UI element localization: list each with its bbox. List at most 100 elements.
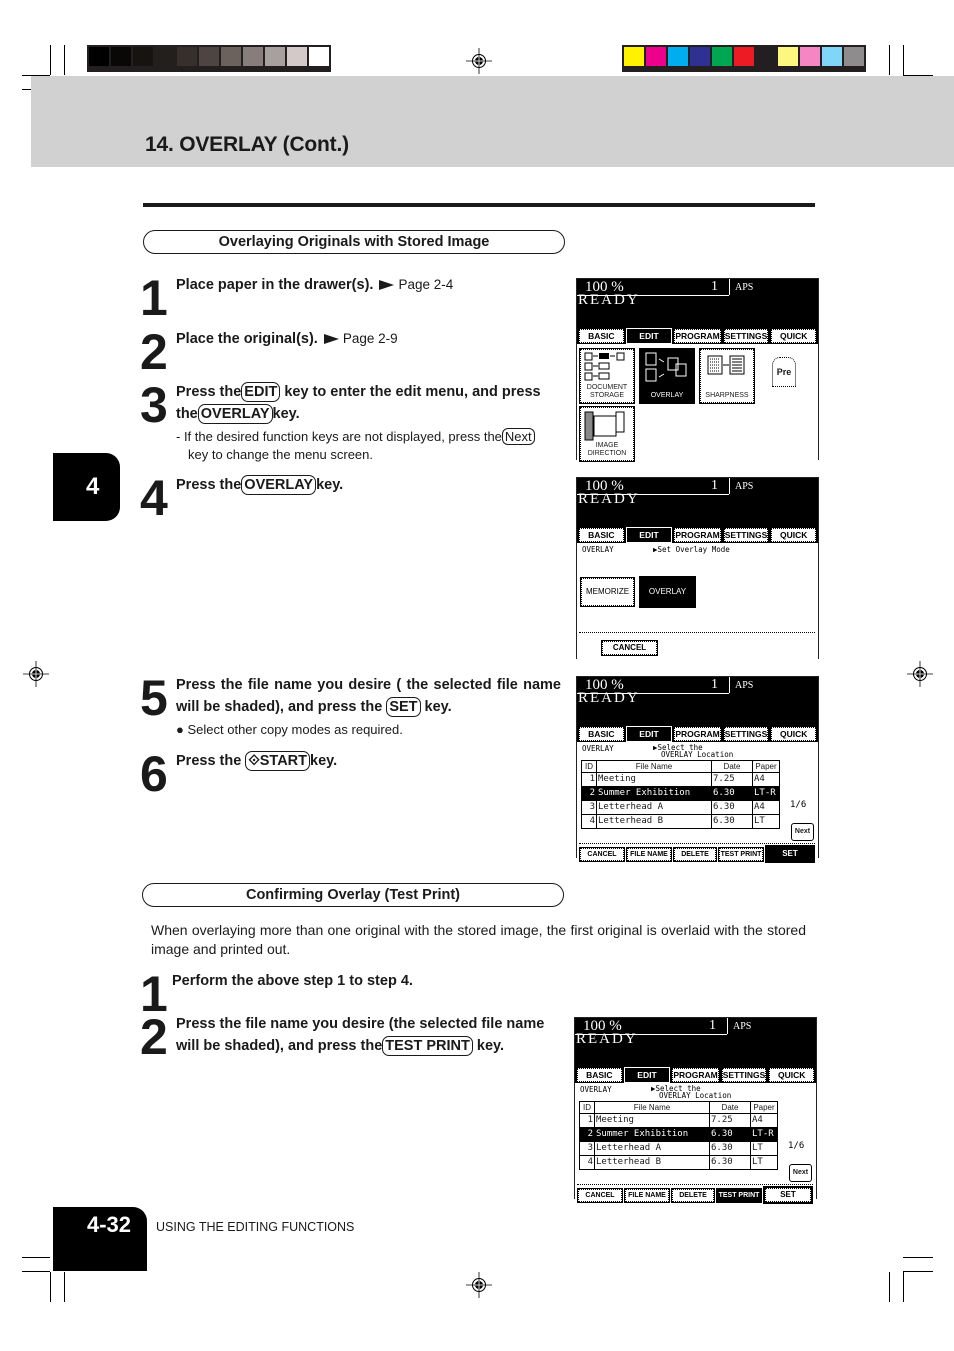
file-id: 1 bbox=[581, 772, 597, 787]
tab-basic[interactable]: BASIC bbox=[578, 527, 625, 543]
file-name-button[interactable]: FILE NAME bbox=[624, 1188, 670, 1203]
cancel-button[interactable]: CANCEL bbox=[577, 1188, 623, 1203]
sharpness-button[interactable]: SHARPNESS bbox=[699, 348, 755, 404]
table-row[interactable]: 3 Letterhead A 6.30 A4 bbox=[581, 800, 780, 815]
next-page-button[interactable]: Next bbox=[789, 1164, 812, 1182]
crop-mark bbox=[50, 1272, 51, 1302]
tab-program[interactable]: PROGRAM bbox=[673, 726, 722, 742]
set-button[interactable]: SET bbox=[765, 845, 815, 863]
tab-program[interactable]: PROGRAM bbox=[671, 1067, 720, 1083]
tab-settings[interactable]: SETTINGS bbox=[722, 726, 770, 742]
table-row-selected[interactable]: 2 Summer Exhibition 6.30 LT-R bbox=[579, 1127, 778, 1142]
overlay-function-button[interactable]: OVERLAY bbox=[639, 348, 695, 404]
machine-status: READY bbox=[578, 292, 640, 308]
crop-mark bbox=[64, 45, 65, 75]
table-row[interactable]: 4 Letterhead B 6.30 LT bbox=[579, 1155, 778, 1170]
file-paper: LT-R bbox=[750, 1127, 778, 1142]
dotted-divider bbox=[577, 1184, 813, 1185]
paper-mode: APS bbox=[735, 282, 754, 293]
image-direction-icon bbox=[584, 411, 625, 441]
tab-settings[interactable]: SETTINGS bbox=[720, 1067, 768, 1083]
tab-quick[interactable]: QUICK bbox=[770, 726, 818, 742]
step-number: 2 bbox=[140, 1009, 168, 1065]
tab-settings[interactable]: SETTINGS bbox=[722, 527, 770, 543]
image-direction-button[interactable]: IMAGE DIRECTION bbox=[579, 406, 635, 462]
file-name: Meeting bbox=[596, 772, 712, 787]
tab-basic[interactable]: BASIC bbox=[578, 328, 625, 344]
file-id: 4 bbox=[579, 1155, 595, 1170]
tab-edit[interactable]: EDIT bbox=[625, 726, 673, 742]
edit-key-label: EDIT bbox=[241, 382, 281, 402]
memorize-button[interactable]: MEMORIZE bbox=[580, 577, 635, 607]
tab-quick[interactable]: QUICK bbox=[768, 1067, 816, 1083]
lcd-status-area: 100 % 1 APS READY bbox=[575, 1018, 816, 1065]
file-name: Letterhead B bbox=[594, 1155, 710, 1170]
file-name-button[interactable]: FILE NAME bbox=[626, 847, 672, 862]
overlay-icon bbox=[645, 352, 687, 382]
file-id: 4 bbox=[581, 814, 597, 829]
color-calibration-bar bbox=[622, 45, 866, 72]
next-page-button[interactable]: Next bbox=[791, 823, 814, 841]
table-row-selected[interactable]: 2 Summer Exhibition 6.30 LT-R bbox=[581, 786, 780, 801]
registration-mark-icon bbox=[466, 48, 492, 74]
tab-edit[interactable]: EDIT bbox=[625, 328, 673, 344]
tab-program[interactable]: PROGRAM bbox=[673, 527, 722, 543]
next-key-label: Next bbox=[501, 428, 535, 445]
cancel-button[interactable]: CANCEL bbox=[579, 847, 625, 862]
column-header: Paper bbox=[750, 1101, 778, 1114]
column-header: Date bbox=[709, 1101, 751, 1114]
file-date: 6.30 bbox=[709, 1141, 751, 1156]
tab-basic[interactable]: BASIC bbox=[576, 1067, 623, 1083]
set-button[interactable]: SET bbox=[763, 1186, 813, 1204]
tile-label: SHARPNESS bbox=[705, 392, 749, 399]
column-header: Paper bbox=[752, 760, 780, 773]
tab-edit[interactable]: EDIT bbox=[625, 527, 673, 543]
tab-edit[interactable]: EDIT bbox=[623, 1067, 671, 1083]
table-row[interactable]: 1 Meeting 7.25 A4 bbox=[581, 772, 780, 787]
section-heading: Overlaying Originals with Stored Image bbox=[143, 230, 565, 254]
paper-mode: APS bbox=[735, 481, 754, 492]
tab-settings[interactable]: SETTINGS bbox=[722, 328, 770, 344]
file-id: 3 bbox=[579, 1141, 595, 1156]
crop-mark bbox=[22, 1271, 50, 1272]
page-reference: Page 2-4 bbox=[398, 277, 454, 292]
file-id: 3 bbox=[581, 800, 597, 815]
lcd-tab-bar: BASIC EDIT PROGRAM SETTINGS QUICK bbox=[577, 525, 818, 543]
test-print-button[interactable]: TEST PRINT bbox=[716, 1188, 762, 1203]
preset-button[interactable]: Pre bbox=[772, 357, 796, 387]
file-name: Summer Exhibition bbox=[596, 786, 712, 801]
file-name: Letterhead A bbox=[594, 1141, 710, 1156]
tab-quick[interactable]: QUICK bbox=[770, 328, 818, 344]
step-number: 4 bbox=[140, 470, 168, 526]
tab-program[interactable]: PROGRAM bbox=[673, 328, 722, 344]
color-swatch bbox=[734, 47, 754, 66]
step-instruction: Place the original(s). bbox=[176, 331, 318, 347]
table-row[interactable]: 4 Letterhead B 6.30 LT bbox=[581, 814, 780, 829]
cancel-button[interactable]: CANCEL bbox=[601, 640, 658, 656]
tab-basic[interactable]: BASIC bbox=[578, 726, 625, 742]
table-row[interactable]: 1 Meeting 7.25 A4 bbox=[579, 1113, 778, 1128]
tile-label: IMAGE DIRECTION bbox=[587, 442, 627, 457]
delete-button[interactable]: DELETE bbox=[671, 1188, 715, 1203]
crop-mark bbox=[64, 1272, 65, 1302]
step-text: Press the file name you desire (the sele… bbox=[176, 1013, 568, 1057]
note-text: - If the desired function keys are not d… bbox=[176, 429, 502, 444]
table-row[interactable]: 3 Letterhead A 6.30 LT bbox=[579, 1141, 778, 1156]
registration-mark-icon bbox=[466, 1272, 492, 1298]
step-text: Place paper in the drawer(s). Page 2-4 bbox=[176, 274, 566, 296]
copy-count: 1 bbox=[711, 279, 718, 294]
page-number-tab: 4-32 bbox=[53, 1207, 147, 1271]
grayscale-calibration-bar bbox=[87, 45, 331, 72]
overlay-mode-button[interactable]: OVERLAY bbox=[639, 576, 696, 608]
step-note: - If the desired function keys are not d… bbox=[176, 428, 568, 464]
file-paper: LT bbox=[750, 1141, 778, 1156]
test-print-button[interactable]: TEST PRINT bbox=[718, 847, 764, 862]
document-storage-button[interactable]: DOCUMENT STORAGE bbox=[579, 348, 635, 404]
color-swatch bbox=[624, 47, 644, 66]
crop-mark bbox=[889, 45, 890, 75]
tab-quick[interactable]: QUICK bbox=[770, 527, 818, 543]
delete-button[interactable]: DELETE bbox=[673, 847, 717, 862]
file-paper: LT-R bbox=[752, 786, 780, 801]
color-swatch bbox=[89, 47, 109, 66]
column-header: File Name bbox=[596, 760, 712, 773]
